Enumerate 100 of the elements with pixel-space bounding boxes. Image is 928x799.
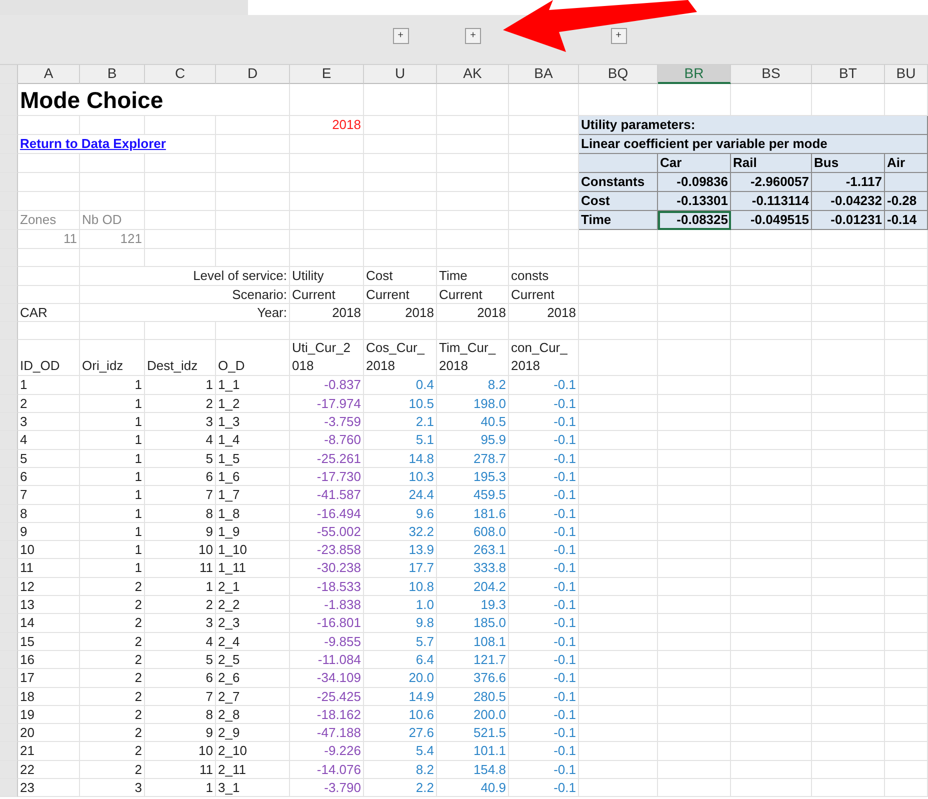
table-cell[interactable]: -0.09836	[658, 173, 731, 192]
table-cell: 2018	[509, 304, 579, 322]
return-link[interactable]: Return to Data Explorer	[20, 136, 166, 151]
row-header[interactable]	[0, 578, 18, 596]
row-header[interactable]	[0, 760, 18, 780]
row-header[interactable]	[0, 192, 18, 211]
table-cell: 21	[18, 742, 80, 761]
row-header[interactable]	[0, 211, 18, 230]
row-header[interactable]	[0, 376, 18, 395]
column-header[interactable]: U	[364, 65, 437, 84]
row-header[interactable]	[0, 486, 18, 505]
table-cell: 20	[18, 724, 80, 742]
row-header[interactable]	[0, 504, 18, 523]
expand-button[interactable]: +	[465, 28, 481, 44]
column-header[interactable]: A	[18, 65, 80, 84]
table-cell: 2_7	[216, 688, 290, 706]
column-header[interactable]: C	[145, 65, 216, 84]
row-header[interactable]	[0, 650, 18, 670]
table-cell: -0.1	[509, 742, 579, 761]
table-cell[interactable]: -0.01231	[812, 211, 885, 230]
row-header[interactable]	[0, 450, 18, 468]
row-header[interactable]	[0, 669, 18, 688]
row-header[interactable]	[0, 724, 18, 742]
column-header[interactable]: BA	[509, 65, 579, 84]
table-cell: -0.1	[509, 541, 579, 560]
row-header[interactable]	[0, 394, 18, 414]
column-header[interactable]: BT	[812, 65, 885, 84]
table-cell[interactable]: -0.113114	[731, 192, 812, 211]
row-header[interactable]	[0, 267, 18, 286]
expand-button[interactable]: +	[610, 28, 626, 44]
column-header[interactable]: AK	[437, 65, 509, 84]
row-header[interactable]	[0, 413, 18, 432]
column-header[interactable]: BS	[731, 65, 812, 84]
table-cell: 3	[80, 779, 145, 798]
row-header[interactable]	[0, 541, 18, 560]
table-cell: Cost	[364, 267, 437, 286]
row-header[interactable]	[0, 173, 18, 192]
column-header[interactable]: B	[80, 65, 145, 84]
row-header[interactable]	[0, 304, 18, 322]
table-cell: Current	[437, 286, 509, 304]
row-header[interactable]	[0, 84, 18, 116]
table-cell: 12	[18, 578, 80, 596]
column-header[interactable]: D	[216, 65, 290, 84]
table-cell: Current	[290, 286, 364, 304]
table-cell: 2.2	[364, 779, 437, 798]
row-header[interactable]	[0, 559, 18, 578]
column-header[interactable]: BU	[885, 65, 928, 84]
row-header[interactable]	[0, 135, 18, 154]
select-all-corner[interactable]	[0, 65, 18, 84]
table-cell: 2	[80, 724, 145, 742]
table-cell[interactable]: -0.13301	[658, 192, 731, 211]
table-cell: -17.974	[290, 394, 364, 414]
row-header[interactable]	[0, 322, 18, 340]
row-header[interactable]	[0, 249, 18, 268]
table-cell[interactable]: -0.08325	[658, 211, 731, 230]
row-header[interactable]	[0, 596, 18, 614]
column-header[interactable]: E	[290, 65, 364, 84]
table-cell: -9.226	[290, 742, 364, 761]
row-header[interactable]	[0, 522, 18, 542]
table-cell: 1	[18, 376, 80, 395]
column-header[interactable]: BQ	[579, 65, 658, 84]
table-cell: -16.801	[290, 614, 364, 633]
row-header[interactable]	[0, 742, 18, 761]
expand-button[interactable]: +	[392, 28, 408, 44]
row-header[interactable]	[0, 286, 18, 304]
table-cell: 27.6	[364, 724, 437, 742]
row-header[interactable]	[0, 779, 18, 798]
row-header[interactable]	[0, 230, 18, 249]
table-cell: 8	[145, 504, 216, 523]
row-header[interactable]	[0, 706, 18, 724]
table-cell: -17.730	[290, 468, 364, 486]
row-header[interactable]	[0, 154, 18, 173]
row-header[interactable]	[0, 431, 18, 450]
table-cell: 23	[18, 779, 80, 798]
table-cell[interactable]: -2.960057	[731, 173, 812, 192]
table-cell[interactable]: -0.049515	[731, 211, 812, 230]
table-cell: 10	[18, 541, 80, 560]
summary-value: 121	[80, 230, 145, 249]
parameters-title: Utility parameters:	[579, 116, 928, 135]
column-header[interactable]: BR	[658, 65, 731, 84]
table-cell[interactable]: -1.117	[812, 173, 885, 192]
table-cell[interactable]: -0.04232	[812, 192, 885, 211]
parameters-subtitle: Linear coefficient per variable per mode	[579, 135, 928, 154]
row-header[interactable]	[0, 688, 18, 706]
table-cell: 608.0	[437, 522, 509, 542]
table-cell: 95.9	[437, 431, 509, 450]
row-header[interactable]	[0, 116, 18, 135]
table-cell[interactable]: -0.28	[885, 192, 928, 211]
table-cell: 10.5	[364, 394, 437, 414]
row-header[interactable]	[0, 340, 18, 376]
row-header[interactable]	[0, 614, 18, 633]
row-header[interactable]	[0, 632, 18, 651]
table-cell: 278.7	[437, 450, 509, 468]
table-cell: 5.7	[364, 632, 437, 651]
row-header[interactable]	[0, 468, 18, 486]
table-cell[interactable]: -0.14	[885, 211, 928, 230]
table-cell: -0.1	[509, 376, 579, 395]
table-cell: -0.1	[509, 760, 579, 780]
table-cell: 8.2	[437, 376, 509, 395]
table-cell: 6.4	[364, 650, 437, 670]
